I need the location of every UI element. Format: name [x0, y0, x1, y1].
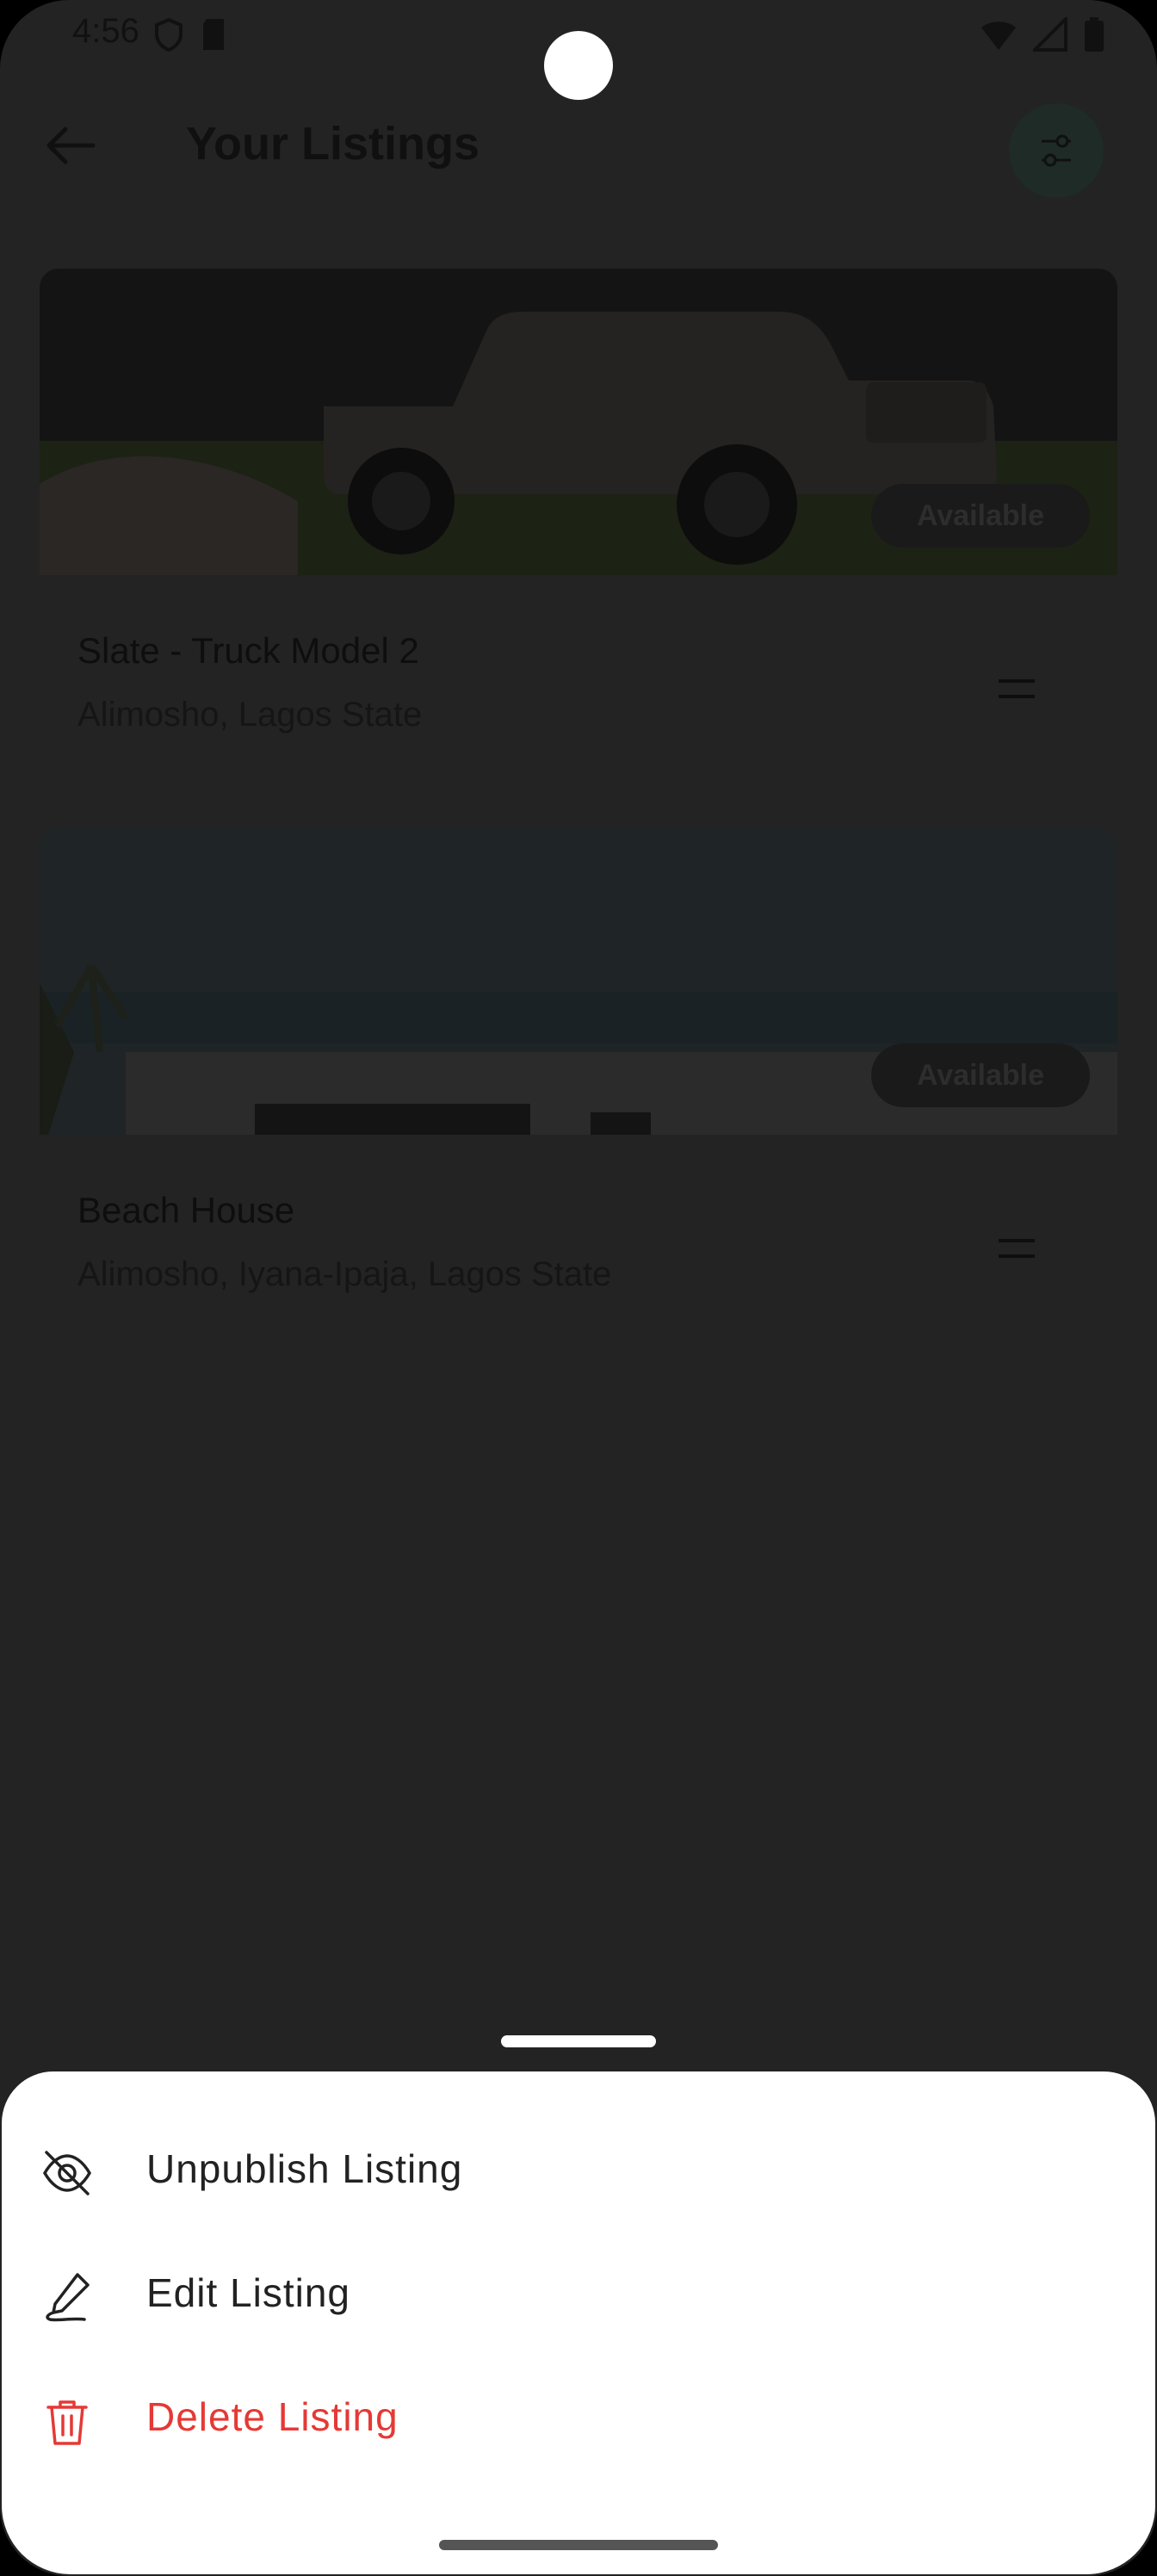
- delete-listing-button[interactable]: Delete Listing: [2, 2368, 1155, 2471]
- app-bar: Your Listings: [0, 103, 1157, 198]
- listing-image-beach-house[interactable]: Available: [40, 828, 1117, 1135]
- page-title: Your Listings: [186, 118, 480, 170]
- sheet-item-label: Edit Listing: [146, 2270, 351, 2315]
- gesture-nav-bar[interactable]: [439, 2540, 718, 2550]
- status-time: 4:56: [72, 12, 139, 50]
- bottom-sheet: Unpublish Listing Edit Listing Delete Li…: [2, 2071, 1155, 2574]
- trash-icon: [46, 2400, 88, 2445]
- sheet-drag-handle[interactable]: [501, 2035, 656, 2047]
- filter-button[interactable]: [1009, 103, 1104, 198]
- signal-icon: [1033, 17, 1067, 52]
- listing-image-truck[interactable]: Available: [40, 269, 1117, 575]
- sliders-icon: [1042, 134, 1071, 167]
- unpublish-listing-button[interactable]: Unpublish Listing: [2, 2120, 1155, 2223]
- status-right-icons: [980, 17, 1105, 52]
- eye-off-icon: [42, 2151, 92, 2195]
- listing-title[interactable]: Beach House: [77, 1190, 294, 1231]
- listing-location: Alimosho, Lagos State: [77, 696, 423, 734]
- sd-card-icon: [203, 19, 224, 50]
- drag-handle-icon[interactable]: [999, 1238, 1035, 1259]
- listing-location: Alimosho, Iyana-Ipaja, Lagos State: [77, 1255, 612, 1293]
- status-badge: Available: [871, 1043, 1090, 1107]
- shield-icon: [155, 17, 183, 52]
- wifi-icon: [981, 22, 1016, 50]
- edit-listing-button[interactable]: Edit Listing: [2, 2244, 1155, 2347]
- status-left-icons: [153, 17, 227, 52]
- pen-icon: [46, 2273, 90, 2322]
- back-arrow-icon[interactable]: [45, 124, 96, 167]
- sheet-item-label: Delete Listing: [146, 2394, 399, 2439]
- sheet-item-label: Unpublish Listing: [146, 2146, 463, 2191]
- drag-handle-icon[interactable]: [999, 678, 1035, 699]
- battery-icon: [1085, 17, 1104, 52]
- front-camera: [544, 31, 613, 100]
- device-screen: 4:56 Your Listings Available Slate - Tru…: [0, 0, 1157, 2576]
- listing-title[interactable]: Slate - Truck Model 2: [77, 630, 419, 672]
- status-badge: Available: [871, 484, 1090, 548]
- status-bar: 4:56: [0, 0, 1157, 100]
